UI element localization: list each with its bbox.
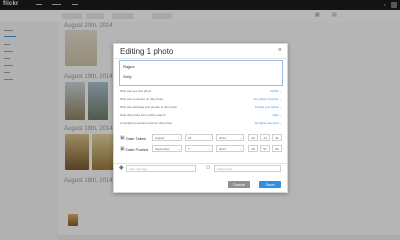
date-posted-minute-input[interactable]: 57 — [260, 145, 270, 152]
chevron-down-icon: ⌄ — [239, 136, 242, 140]
permission-dropdown-view[interactable]: Public ⌄ — [270, 89, 282, 93]
close-icon[interactable]: × — [278, 47, 282, 54]
chevron-down-icon: ⌄ — [177, 136, 180, 140]
date-posted-second-input[interactable]: 52 — [272, 145, 282, 152]
date-posted-day-select[interactable]: 7 ⌄ — [185, 145, 213, 152]
permission-row-copyright: Copyright protection level for this phot… — [120, 121, 282, 126]
chevron-down-icon: ⌄ — [208, 136, 211, 140]
permission-row-search: Hide this photo from public search Hide … — [120, 113, 282, 118]
calendar-icon: ▣ — [120, 146, 125, 152]
permission-dropdown-tags[interactable]: People you follow ⌄ — [255, 105, 282, 109]
date-taken-minute-input[interactable]: 14 — [260, 134, 270, 141]
date-posted-month-select[interactable]: September ⌄ — [152, 145, 182, 152]
edit-photo-dialog: Editing 1 photo × Rajpur Sixty Who can s… — [113, 43, 288, 193]
permission-label: Hide this photo from public search — [120, 113, 166, 117]
dialog-title: Editing 1 photo — [120, 47, 174, 56]
title-description-editor[interactable]: Rajpur Sixty — [119, 60, 283, 86]
date-taken-day-select[interactable]: 19 ⌄ — [185, 134, 213, 141]
date-posted-label: Date Posted — [126, 147, 149, 152]
add-people-input[interactable]: Add people — [214, 165, 281, 172]
permission-row-view: Who can see this photo Public ⌄ — [120, 89, 282, 94]
date-taken-hour-input[interactable]: 23 — [248, 134, 258, 141]
date-posted-hour-input[interactable]: 15 — [248, 145, 258, 152]
permission-label: Copyright protection level for this phot… — [120, 121, 173, 125]
chevron-down-icon: ⌄ — [208, 147, 211, 151]
date-posted-year-select[interactable]: 2014 ⌄ — [216, 145, 244, 152]
divider — [114, 58, 287, 59]
date-taken-year-select[interactable]: 2014 ⌄ — [216, 134, 244, 141]
divider — [114, 163, 287, 164]
permission-label: Who can comment on this photo — [120, 97, 164, 101]
permission-dropdown-copyright[interactable]: All rights reserved ⌄ — [255, 121, 282, 125]
date-taken-row: ▣ Date Taken August ⌄ 19 ⌄ 2014 ⌄ 23 14 41 — [120, 134, 282, 143]
permission-label: Who can add tags and people to this phot… — [120, 105, 178, 109]
title-field[interactable]: Rajpur — [123, 64, 135, 69]
people-icon: ☺ — [205, 165, 212, 171]
save-button[interactable]: Save — [259, 181, 281, 188]
cancel-button[interactable]: Cancel — [228, 181, 250, 188]
permission-label: Who can see this photo — [120, 89, 152, 93]
chevron-down-icon: ⌄ — [239, 147, 242, 151]
add-tags-input[interactable]: Add new tags — [126, 165, 196, 172]
permission-dropdown-search[interactable]: Hide ⌄ — [272, 113, 282, 117]
tag-icon: ◆ — [119, 165, 124, 171]
permission-row-tags: Who can add tags and people to this phot… — [120, 105, 282, 110]
permission-row-comment: Who can comment on this photo Any Flickr… — [120, 97, 282, 102]
permission-dropdown-comment[interactable]: Any Flickr member ⌄ — [254, 97, 282, 101]
description-field[interactable]: Sixty — [123, 74, 132, 79]
date-taken-label: Date Taken — [126, 136, 147, 141]
chevron-down-icon: ⌄ — [177, 147, 180, 151]
calendar-icon: ▣ — [120, 135, 125, 141]
date-posted-row: ▣ Date Posted September ⌄ 7 ⌄ 2014 ⌄ 15 57 … — [120, 145, 282, 154]
date-taken-month-select[interactable]: August ⌄ — [152, 134, 182, 141]
date-taken-second-input[interactable]: 41 — [272, 134, 282, 141]
